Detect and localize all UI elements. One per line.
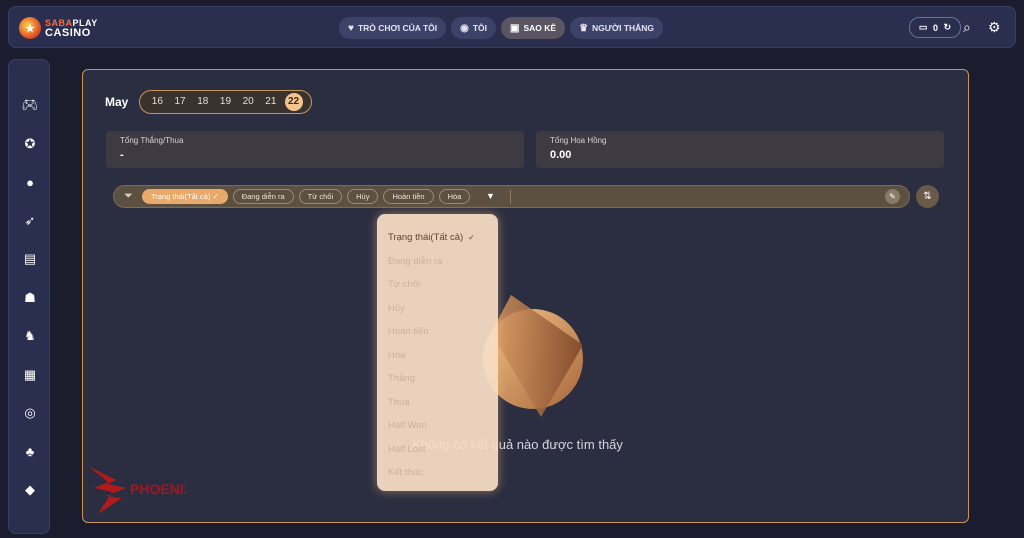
stat-label: Tổng Thắng/Thua	[120, 136, 184, 145]
tab-statement[interactable]: ▣ SAO KÊ	[501, 17, 566, 39]
filter-icon[interactable]: ⏷	[124, 190, 133, 203]
day-selector: 16 17 18 19 20 21 22	[139, 90, 312, 114]
filter-chip-ongoing[interactable]: Đang diễn ra	[232, 189, 294, 204]
stat-label: Tổng Hoa Hồng	[550, 136, 607, 145]
filter-divider	[510, 190, 511, 204]
tab-label: TÔI	[472, 23, 488, 33]
tab-me[interactable]: ◉ TÔI	[451, 17, 497, 39]
dropdown-item-all[interactable]: Trạng thái(Tất cả) ✓	[377, 226, 498, 250]
wallet-amount: 0	[932, 22, 938, 33]
day-18[interactable]: 18	[194, 93, 212, 111]
ticket-icon: ▣	[510, 22, 520, 34]
day-21[interactable]: 21	[262, 93, 280, 111]
check-icon: ✓	[212, 192, 219, 201]
dropdown-item-half-won[interactable]: Half Won	[377, 414, 498, 438]
day-17[interactable]: 17	[171, 93, 189, 111]
dropdown-item-ongoing[interactable]: Đang diễn ra	[377, 250, 498, 274]
fish-icon[interactable]: ◆	[21, 481, 39, 499]
status-dropdown-menu: Trạng thái(Tất cả) ✓ Đang diễn ra Từ chối…	[377, 214, 498, 491]
slot-icon[interactable]: ▦	[21, 366, 39, 384]
dealer-icon[interactable]: ☗	[21, 289, 39, 307]
day-16[interactable]: 16	[148, 93, 166, 111]
day-20[interactable]: 20	[239, 93, 257, 111]
total-win-loss-card: Tổng Thắng/Thua -	[106, 131, 524, 168]
day-19[interactable]: 19	[216, 93, 234, 111]
sort-icon[interactable]: ⇅	[916, 185, 939, 208]
filter-chip-rejected[interactable]: Từ chối	[298, 189, 343, 204]
month-label: May	[105, 95, 129, 109]
dropdown-item-win[interactable]: Thắng	[377, 367, 498, 391]
casino-logo[interactable]: ★ SABAPLAY CASINO	[19, 13, 98, 43]
check-icon: ✓	[468, 233, 475, 243]
statement-panel: May 16 17 18 19 20 21 22 Tổng Thắng/Thua…	[82, 69, 969, 523]
filter-chip-all[interactable]: Trạng thái(Tất cả) ✓	[142, 189, 228, 204]
user-badge-icon: ◉	[460, 22, 469, 34]
tab-label: TRÒ CHƠI CỦA TÔI	[357, 23, 438, 33]
dropdown-item-cancelled[interactable]: Hủy	[377, 297, 498, 321]
clear-filter-icon[interactable]: ✎	[885, 189, 900, 204]
joystick-icon[interactable]: ♣	[21, 443, 39, 461]
refresh-icon[interactable]: ↻	[944, 22, 952, 33]
total-commission-card: Tổng Hoa Hồng 0.00	[536, 131, 944, 168]
filter-chip-cancelled[interactable]: Hủy	[347, 189, 379, 204]
day-22[interactable]: 22	[284, 93, 303, 111]
chat-icon[interactable]: ●	[21, 174, 39, 192]
dropdown-item-half-lost[interactable]: Half Lost	[377, 438, 498, 462]
dropdown-item-ended[interactable]: Kết thúc	[377, 461, 498, 485]
filter-bar: ⏷ Trạng thái(Tất cả) ✓ Đang diễn ra Từ c…	[113, 185, 910, 208]
logo-brand-bottom: CASINO	[45, 27, 91, 39]
top-bar: ★ SABAPLAY CASINO ♥ TRÒ CHƠI CỦA TÔI ◉ T…	[8, 6, 1016, 48]
logo-icon: ★	[19, 17, 41, 39]
phoenix-watermark-logo: PHOENIX	[88, 466, 186, 514]
tab-label: SAO KÊ	[523, 23, 557, 33]
filter-chip-draw[interactable]: Hòa	[438, 189, 471, 204]
gamepad-icon[interactable]: 🎮︎	[21, 96, 39, 114]
watermark-text: PHOENIX	[130, 481, 186, 497]
stat-value: -	[120, 149, 124, 161]
horse-icon[interactable]: ♞	[21, 327, 39, 345]
dropdown-item-draw[interactable]: Hòa	[377, 344, 498, 368]
wallet-icon: ▭	[918, 22, 928, 32]
dropdown-item-label: Trạng thái(Tất cả)	[388, 232, 464, 244]
filter-chip-refund[interactable]: Hoàn tiền	[383, 189, 434, 204]
tab-label: NGƯỜI THẮNG	[592, 23, 655, 33]
tab-my-games[interactable]: ♥ TRÒ CHƠI CỦA TÔI	[339, 17, 447, 39]
rocket-icon[interactable]: ➶	[21, 212, 39, 230]
game-category-sidebar: 🎮︎ ✪ ● ➶ ▤ ☗ ♞ ▦ ◎ ♣ ◆	[8, 59, 50, 534]
crown-icon: ♛	[579, 22, 589, 34]
tab-winners[interactable]: ♛ NGƯỜI THẮNG	[570, 17, 664, 39]
cards-icon[interactable]: ▤	[21, 250, 39, 268]
search-icon[interactable]: ⌕	[963, 19, 971, 36]
settings-icon[interactable]: ⚙	[988, 19, 1001, 36]
main-nav: ♥ TRÒ CHƠI CỦA TÔI ◉ TÔI ▣ SAO KÊ ♛ NGƯỜ…	[339, 17, 664, 39]
heart-plus-icon: ♥	[348, 22, 354, 34]
stat-value: 0.00	[550, 149, 572, 161]
medal-icon[interactable]: ✪	[21, 135, 39, 153]
ball-icon[interactable]: ◎	[21, 404, 39, 422]
chevron-down-icon[interactable]: ▼	[486, 191, 495, 201]
chip-label: Trạng thái(Tất cả)	[151, 192, 211, 201]
dropdown-item-rejected[interactable]: Từ chối	[377, 273, 498, 297]
dropdown-item-lose[interactable]: Thua	[377, 391, 498, 415]
dropdown-item-refund[interactable]: Hoàn tiền	[377, 320, 498, 344]
wallet-balance[interactable]: ▭ 0 ↻	[909, 17, 961, 38]
